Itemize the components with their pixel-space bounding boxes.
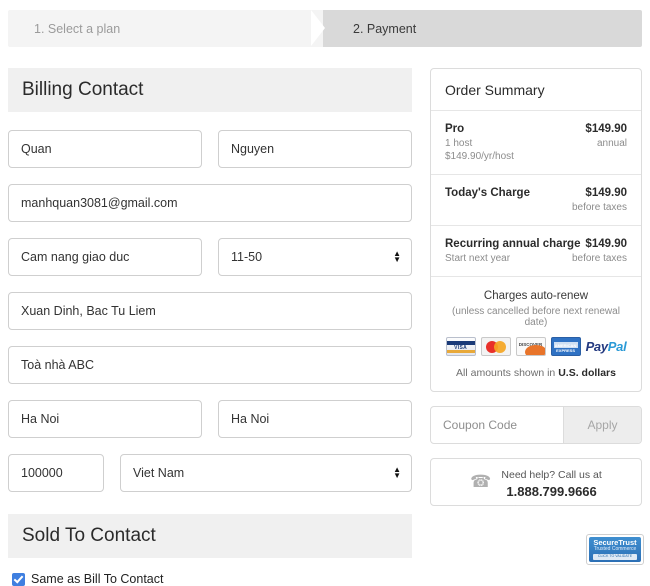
address-line2-value: Toà nhà ABC xyxy=(21,358,94,372)
help-section: ☎ Need help? Call us at 1.888.799.9666 xyxy=(430,458,642,506)
zip-value: 100000 xyxy=(21,466,63,480)
recurring-charge-start: Start next year xyxy=(445,253,511,264)
city-input[interactable]: Ha Noi xyxy=(8,400,202,438)
amex-icon-label: AMERICAN EXPRESS xyxy=(554,343,577,353)
email-row: manhquan3081@gmail.com xyxy=(8,184,412,222)
breadcrumb-chevron-shadow xyxy=(323,10,337,46)
country-value: Viet Nam xyxy=(133,466,185,480)
address1-row: Xuan Dinh, Bac Tu Liem xyxy=(8,292,412,330)
amounts-prefix: All amounts shown in xyxy=(456,367,559,379)
recurring-charge-label: Recurring annual charge xyxy=(445,238,581,250)
state-value: Ha Noi xyxy=(231,412,270,426)
mastercard-icon xyxy=(480,337,511,356)
apply-coupon-label: Apply xyxy=(587,418,618,432)
address-line2-input[interactable]: Toà nhà ABC xyxy=(8,346,412,384)
country-select[interactable]: Viet Nam ▲ ▼ xyxy=(120,454,412,492)
address-line1-value: Xuan Dinh, Bac Tu Liem xyxy=(21,304,156,318)
first-name-input[interactable]: Quan xyxy=(8,130,202,168)
order-summary-card: Order Summary Pro $149.90 1 host annual … xyxy=(430,68,642,392)
coupon-code-placeholder: Coupon Code xyxy=(443,418,518,432)
last-name-input[interactable]: Nguyen xyxy=(218,130,412,168)
amex-icon: AMERICAN EXPRESS xyxy=(550,337,581,356)
plan-price: $149.90 xyxy=(585,123,627,135)
breadcrumb-step-2-label: 2. Payment xyxy=(353,21,417,36)
amounts-currency-note: All amounts shown in U.S. dollars xyxy=(441,367,631,379)
sold-to-contact-title: Sold To Contact xyxy=(22,525,156,546)
address2-row: Toà nhà ABC xyxy=(8,346,412,384)
auto-renew-note: (unless cancelled before next renewal da… xyxy=(452,306,620,328)
securetrust-badge-subtitle: Trusted Commerce xyxy=(593,546,637,553)
chevron-updown-icon: ▲ ▼ xyxy=(393,465,401,480)
discover-icon: DISCOVER xyxy=(515,337,546,356)
checkbox-checked-icon[interactable] xyxy=(12,572,25,586)
breadcrumb-step-select-plan[interactable]: 1. Select a plan xyxy=(8,10,323,47)
city-value: Ha Noi xyxy=(21,412,60,426)
company-size-select[interactable]: 11-50 ▲ ▼ xyxy=(218,238,412,276)
paypal-icon: PayPal xyxy=(586,339,627,354)
paypal-icon-label-2: Pal xyxy=(607,339,627,354)
same-as-bill-to-contact-checkbox[interactable]: Same as Bill To Contact xyxy=(8,572,412,586)
securetrust-badge[interactable]: SecureTrust Trusted Commerce CLICK TO VA… xyxy=(586,534,644,565)
company-size-value: 11-50 xyxy=(231,250,263,264)
email-value: manhquan3081@gmail.com xyxy=(21,196,178,210)
breadcrumb: 1. Select a plan 2. Payment xyxy=(8,10,642,47)
plan-rate: $149.90/yr/host xyxy=(445,151,514,162)
payment-methods-row: VISA DISCOVER AMERICAN EXPRESS PayPal xyxy=(441,337,631,356)
last-name-value: Nguyen xyxy=(231,142,275,156)
todays-charge-label: Today's Charge xyxy=(445,187,530,199)
first-name-value: Quan xyxy=(21,142,52,156)
same-as-bill-to-contact-label: Same as Bill To Contact xyxy=(31,572,164,586)
sold-to-contact-heading: Sold To Contact xyxy=(8,514,412,558)
breadcrumb-chevron-icon xyxy=(311,10,325,46)
securetrust-badge-title: SecureTrust xyxy=(593,537,637,547)
recurring-charge-note: before taxes xyxy=(571,253,627,264)
zip-country-row: 100000 Viet Nam ▲ ▼ xyxy=(8,454,412,492)
email-input[interactable]: manhquan3081@gmail.com xyxy=(8,184,412,222)
chevron-updown-icon: ▲ ▼ xyxy=(393,249,401,264)
plan-hosts: 1 host xyxy=(445,138,473,149)
securetrust-badge-cta: CLICK TO VALIDATE xyxy=(593,554,637,561)
name-row: Quan Nguyen xyxy=(8,130,412,168)
breadcrumb-step-1-label: 1. Select a plan xyxy=(34,21,121,36)
todays-charge-line: Today's Charge $149.90 before taxes xyxy=(431,175,641,226)
state-input[interactable]: Ha Noi xyxy=(218,400,412,438)
recurring-charge-price: $149.90 xyxy=(585,238,627,250)
visa-icon: VISA xyxy=(445,337,476,356)
order-sidebar: Order Summary Pro $149.90 1 host annual … xyxy=(430,68,642,506)
todays-charge-note: before taxes xyxy=(571,202,627,213)
amounts-currency: U.S. dollars xyxy=(558,367,616,379)
coupon-section: Coupon Code Apply xyxy=(430,406,642,444)
checkout-page: 1. Select a plan 2. Payment Billing Cont… xyxy=(0,0,650,586)
recurring-charge-line: Recurring annual charge $149.90 Start ne… xyxy=(431,226,641,277)
billing-form: Billing Contact Quan Nguyen manhquan3081… xyxy=(8,68,412,586)
company-row: Cam nang giao duc 11-50 ▲ ▼ xyxy=(8,238,412,276)
help-text: Need help? Call us at 1.888.799.9666 xyxy=(501,465,601,499)
todays-charge-price: $149.90 xyxy=(585,187,627,199)
paypal-icon-label-1: Pay xyxy=(585,339,609,354)
coupon-code-input[interactable]: Coupon Code xyxy=(431,407,563,443)
plan-line-item: Pro $149.90 1 host annual $149.90/yr/hos… xyxy=(431,111,641,175)
company-value: Cam nang giao duc xyxy=(21,250,130,264)
help-prompt: Need help? Call us at xyxy=(501,469,602,481)
auto-renew-title: Charges auto-renew xyxy=(483,290,589,302)
city-state-row: Ha Noi Ha Noi xyxy=(8,400,412,438)
help-phone-number[interactable]: 1.888.799.9666 xyxy=(501,484,601,499)
zip-input[interactable]: 100000 xyxy=(8,454,104,492)
apply-coupon-button[interactable]: Apply xyxy=(563,407,641,443)
company-input[interactable]: Cam nang giao duc xyxy=(8,238,202,276)
auto-renew-block: Charges auto-renew (unless cancelled bef… xyxy=(431,277,641,391)
phone-icon: ☎ xyxy=(470,472,492,491)
breadcrumb-step-payment[interactable]: 2. Payment xyxy=(323,10,642,47)
billing-contact-title: Billing Contact xyxy=(22,79,144,100)
billing-contact-heading: Billing Contact xyxy=(8,68,412,112)
order-summary-title: Order Summary xyxy=(445,82,545,98)
plan-name: Pro xyxy=(445,123,465,135)
order-summary-heading: Order Summary xyxy=(431,69,641,111)
plan-term: annual xyxy=(596,138,627,149)
address-line1-input[interactable]: Xuan Dinh, Bac Tu Liem xyxy=(8,292,412,330)
